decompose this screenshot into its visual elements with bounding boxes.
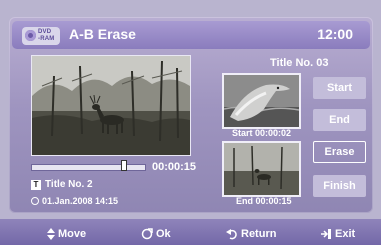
disc-icon [25,30,36,41]
page-title: A-B Erase [69,26,136,42]
slider-thumb[interactable] [120,160,127,171]
start-time-label: Start 00:00:02 [232,128,292,138]
move-hint: Move [47,228,86,240]
ok-hint: Ok [141,228,171,240]
return-hint: Return [226,228,276,240]
dvd-ram-badge: DVD -RAM [22,27,60,45]
deer-thumbnail-image [224,143,299,195]
video-preview [31,55,191,156]
ok-hint-text: Ok [156,228,171,240]
clock-display: 12:00 [317,26,353,42]
deer-scene-image [32,56,190,155]
clock-icon [31,197,39,205]
date-info: 01.Jan.2008 14:15 [31,196,118,206]
move-hint-text: Move [58,228,87,240]
enter-icon [141,228,153,240]
date-info-text: 01.Jan.2008 14:15 [42,196,119,206]
return-icon [226,229,237,240]
disc-line-2: -RAM [38,36,55,42]
right-panel-title: Title No. 03 [270,57,329,69]
disc-type-text: DVD -RAM [38,29,54,43]
end-time-label: End 00:00:15 [236,196,292,206]
exit-icon [321,229,331,239]
title-info-text: Title No. 2 [45,179,93,190]
exit-hint: Exit [320,228,355,240]
title-icon: T [31,179,41,190]
return-hint-text: Return [241,228,277,240]
disc-line-1: DVD [38,29,52,35]
preview-timecode: 00:00:15 [152,161,197,173]
progress-slider[interactable] [31,164,146,171]
dolphin-image [224,75,299,127]
finish-button[interactable]: Finish [313,175,366,197]
erase-button[interactable]: Erase [313,141,366,163]
exit-hint-text: Exit [335,228,356,240]
start-thumbnail [222,73,301,129]
end-button[interactable]: End [313,109,366,131]
title-info: T Title No. 2 [31,179,93,190]
up-down-arrows-icon [47,228,55,240]
end-thumbnail [222,141,301,197]
start-button[interactable]: Start [313,77,366,99]
